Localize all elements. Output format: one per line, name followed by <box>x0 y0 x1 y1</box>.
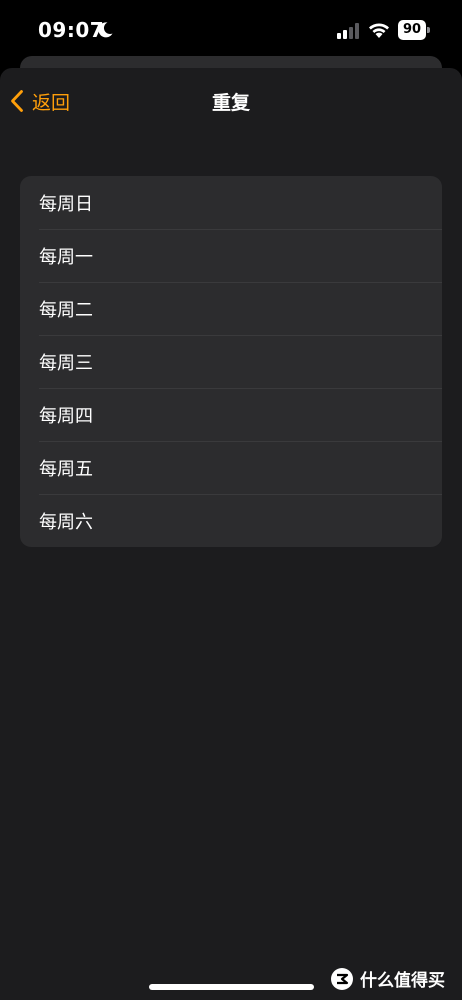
smzdm-logo-icon <box>331 967 353 990</box>
list-item-label: 每周三 <box>39 352 93 374</box>
repeat-option-wednesday[interactable]: 每周三 <box>20 335 442 388</box>
moon-icon <box>98 22 113 38</box>
repeat-option-saturday[interactable]: 每周六 <box>20 494 442 547</box>
home-indicator[interactable] <box>149 984 314 990</box>
list-item-label: 每周二 <box>39 299 93 321</box>
back-button-label: 返回 <box>32 91 71 114</box>
battery-cap <box>427 27 430 33</box>
list-item-label: 每周五 <box>39 458 93 480</box>
repeat-option-sunday[interactable]: 每周日 <box>20 176 442 229</box>
battery-level: 90 <box>398 20 426 40</box>
list-item-label: 每周四 <box>39 405 93 427</box>
list-item-label: 每周一 <box>39 246 93 268</box>
repeat-sheet: 重复 返回 每周日 每周一 每周二 每周三 每周四 每周五 每周六 <box>0 68 462 1000</box>
signal-icon <box>337 23 359 39</box>
list-item-label: 每周日 <box>39 193 93 215</box>
repeat-options-list: 每周日 每周一 每周二 每周三 每周四 每周五 每周六 <box>20 176 442 547</box>
repeat-option-monday[interactable]: 每周一 <box>20 229 442 282</box>
repeat-option-tuesday[interactable]: 每周二 <box>20 282 442 335</box>
chevron-left-icon <box>11 90 23 112</box>
status-time: 09:07 <box>38 18 105 42</box>
watermark: 什么值得买 <box>330 966 445 991</box>
list-item-label: 每周六 <box>39 511 93 533</box>
battery-indicator: 90 <box>398 20 430 40</box>
repeat-option-thursday[interactable]: 每周四 <box>20 388 442 441</box>
wifi-icon <box>369 23 389 38</box>
repeat-option-friday[interactable]: 每周五 <box>20 441 442 494</box>
status-bar: 09:07 90 <box>0 0 462 60</box>
watermark-text: 什么值得买 <box>360 971 445 991</box>
back-button[interactable]: 返回 <box>10 86 70 116</box>
navigation-bar: 重复 返回 <box>0 68 462 134</box>
screen: 09:07 90 重复 返回 每周日 每周一 每周二 每周三 每周四 每周五 每… <box>0 0 462 1000</box>
